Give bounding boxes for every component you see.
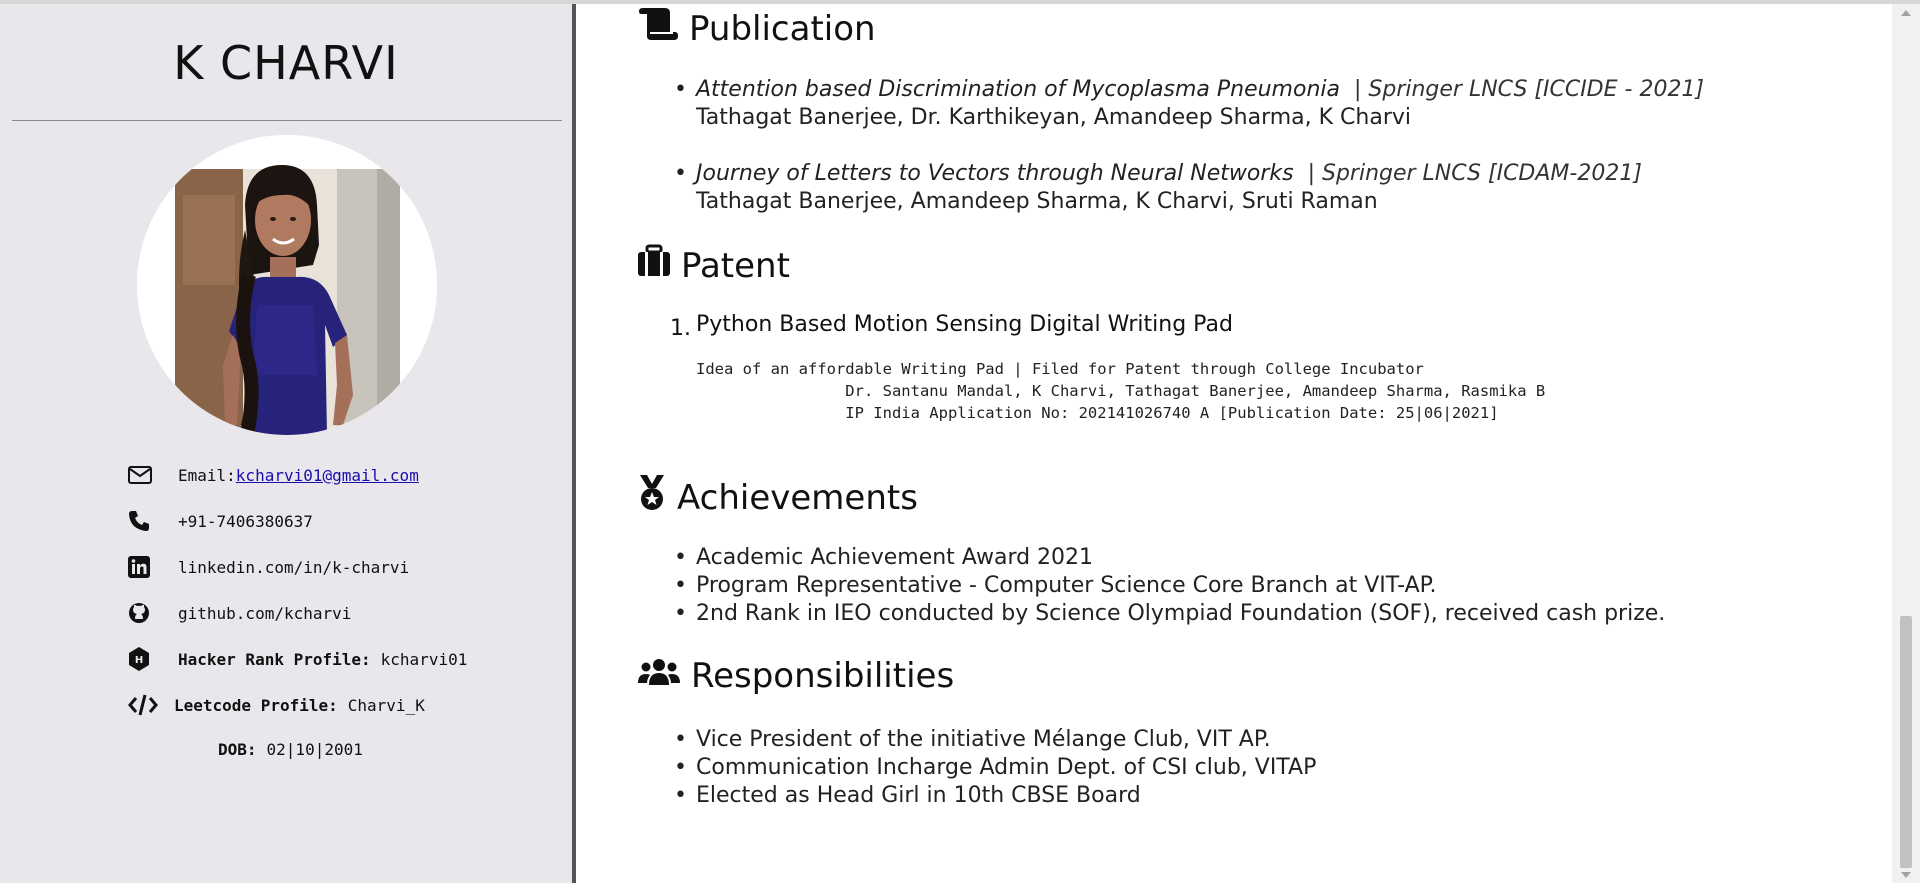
- responsibility-item: Elected as Head Girl in 10th CBSE Board: [674, 782, 1316, 810]
- publication-item-title: Attention based Discrimination of Mycopl…: [696, 77, 1340, 102]
- hackerrank-row: H Hacker Rank Profile: kcharvi01: [128, 644, 467, 674]
- publication-item-authors: Tathagat Banerjee, Amandeep Sharma, K Ch…: [696, 189, 1378, 214]
- phone-row: +91-7406380637: [128, 506, 313, 536]
- scroll-up-icon[interactable]: [1901, 10, 1911, 16]
- publication-list: Attention based Discrimination of Mycopl…: [674, 76, 1705, 216]
- github-row: github.com/kcharvi: [128, 598, 351, 628]
- responsibilities-heading: Responsibilities: [637, 656, 954, 696]
- patent-inventors: Dr. Santanu Mandal, K Charvi, Tathagat B…: [696, 382, 1546, 400]
- scroll-down-icon[interactable]: [1901, 872, 1911, 878]
- achievements-list: Academic Achievement Award 2021 Program …: [674, 544, 1665, 628]
- github-icon[interactable]: [128, 601, 158, 625]
- dob-value: 02|10|2001: [266, 739, 363, 759]
- email-label: Email:: [178, 465, 236, 485]
- envelope-icon: [128, 463, 158, 487]
- phone-number: +91-7406380637: [178, 511, 313, 531]
- svg-text:H: H: [135, 655, 143, 666]
- achievement-item: Program Representative - Computer Scienc…: [674, 572, 1665, 600]
- dob-row: DOB: 02|10|2001: [218, 734, 363, 764]
- code-icon[interactable]: [128, 693, 158, 717]
- publication-item-venue: | Springer LNCS [ICDAM-2021]: [1307, 161, 1642, 186]
- profile-name: K CHARVI: [173, 36, 399, 90]
- email-row: Email: kcharvi01@gmail.com: [128, 460, 419, 490]
- leetcode-row: Leetcode Profile: Charvi_K: [128, 690, 425, 720]
- patent-number: 1.: [670, 316, 691, 341]
- patent-details: Idea of an affordable Writing Pad | File…: [696, 358, 1545, 424]
- achievement-item: Academic Achievement Award 2021: [674, 544, 1665, 572]
- phone-icon: [128, 509, 158, 533]
- hackerrank-icon[interactable]: H: [128, 647, 158, 671]
- responsibilities-title: Responsibilities: [691, 656, 955, 696]
- github-url[interactable]: github.com/kcharvi: [178, 604, 351, 623]
- responsibility-item: Communication Incharge Admin Dept. of CS…: [674, 754, 1316, 782]
- users-icon: [637, 656, 691, 696]
- leetcode-username: Charvi_K: [347, 695, 425, 715]
- scrollbar-thumb[interactable]: [1900, 616, 1912, 868]
- patent-application: IP India Application No: 202141026740 A …: [696, 404, 1499, 422]
- avatar: [137, 135, 437, 435]
- hackerrank-username: kcharvi01: [380, 649, 468, 669]
- patent-item-title: Python Based Motion Sensing Digital Writ…: [696, 312, 1233, 337]
- main-content: Publication Attention based Discriminati…: [580, 4, 1892, 883]
- linkedin-url[interactable]: linkedin.com/in/k-charvi: [178, 558, 409, 577]
- publication-item-title: Journey of Letters to Vectors through Ne…: [696, 161, 1294, 186]
- hackerrank-label: Hacker Rank Profile:: [178, 649, 371, 669]
- responsibility-item: Vice President of the initiative Mélange…: [674, 726, 1316, 754]
- patent-title: Patent: [681, 245, 790, 286]
- achievement-item: 2nd Rank in IEO conducted by Science Oly…: [674, 600, 1665, 628]
- divider: [12, 120, 562, 121]
- suitcase-icon: [637, 244, 681, 287]
- email-link[interactable]: kcharvi01@gmail.com: [236, 466, 419, 485]
- vertical-scrollbar[interactable]: [1892, 4, 1920, 883]
- publication-item-venue: | Springer LNCS [ICCIDE - 2021]: [1353, 77, 1705, 102]
- patent-heading: Patent: [637, 244, 790, 287]
- publication-heading: Publication: [637, 6, 876, 51]
- leetcode-label: Leetcode Profile:: [174, 695, 338, 715]
- sidebar: K CHARVI Email: kcharvi01@gmail.com +91-…: [0, 4, 576, 883]
- achievements-title: Achievements: [677, 477, 918, 518]
- responsibilities-list: Vice President of the initiative Mélange…: [674, 726, 1316, 810]
- linkedin-icon[interactable]: [128, 555, 158, 579]
- patent-description: Idea of an affordable Writing Pad | File…: [696, 360, 1424, 378]
- achievements-heading: Achievements: [637, 474, 918, 521]
- publication-item: Journey of Letters to Vectors through Ne…: [674, 160, 1704, 216]
- publication-item: Attention based Discrimination of Mycopl…: [674, 76, 1705, 132]
- medal-icon: [637, 474, 677, 521]
- publication-title: Publication: [689, 8, 876, 49]
- scroll-icon: [637, 6, 689, 51]
- linkedin-row: linkedin.com/in/k-charvi: [128, 552, 409, 582]
- dob-label: DOB:: [218, 739, 257, 759]
- avatar-photo: [137, 135, 437, 435]
- publication-item-authors: Tathagat Banerjee, Dr. Karthikeyan, Aman…: [696, 105, 1412, 130]
